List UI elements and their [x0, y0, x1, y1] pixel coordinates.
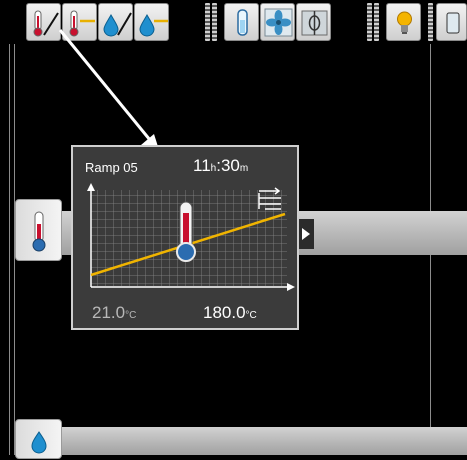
start-temp-value: 21.0 [92, 303, 126, 322]
ramp-popup: Ramp 05 11h:30m 21.0°C 180.0°C [71, 145, 299, 330]
ramp-graph [87, 183, 295, 291]
start-temperature: 21.0°C [92, 303, 136, 323]
start-temp-unit: °C [125, 310, 137, 321]
end-temp-value: 180.0 [203, 303, 246, 322]
end-temperature: 180.0°C [203, 303, 257, 323]
graph-thermometer-icon [176, 201, 196, 262]
end-temp-unit: °C [245, 310, 257, 321]
